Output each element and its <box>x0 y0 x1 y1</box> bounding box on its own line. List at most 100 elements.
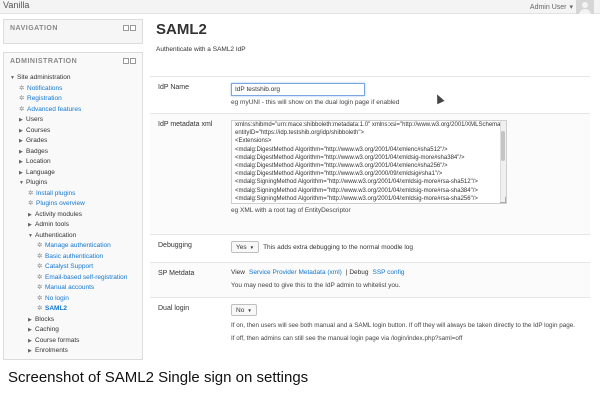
tree-item-label[interactable]: Catalyst Support <box>45 262 93 273</box>
dock-icon[interactable] <box>123 58 129 64</box>
tree-item-label[interactable]: Advanced features <box>27 105 81 116</box>
chevron-down-icon[interactable]: ▾ <box>569 3 573 11</box>
tree-item-label[interactable]: Notifications <box>27 84 62 95</box>
tree-item-label[interactable]: Admin tools <box>35 220 69 231</box>
tree-item-label[interactable]: Users <box>26 115 43 126</box>
tree-item[interactable]: ▶ Badges <box>10 147 142 158</box>
tree-item-label[interactable]: Course formats <box>35 336 79 347</box>
resize-grip-icon[interactable] <box>500 197 506 203</box>
expanded-arrow-icon[interactable]: ▼ <box>10 73 17 84</box>
ssp-config-link[interactable]: SSP config <box>372 269 404 276</box>
tree-item[interactable]: ✲ Plugins overview <box>10 199 142 210</box>
tree-item[interactable]: ✲ Install plugins <box>10 189 142 200</box>
setting-body: No ▼ If on, then users will see both man… <box>231 304 580 343</box>
tree-item[interactable]: ✲ Manual accounts <box>10 283 142 294</box>
tree-item-label[interactable]: Registration <box>27 94 62 105</box>
tree-item-label[interactable]: Site administration <box>17 73 70 84</box>
tree-item-label[interactable]: Basic authentication <box>45 252 103 263</box>
site-brand[interactable]: Vanilla <box>3 0 29 10</box>
collapsed-arrow-icon[interactable]: ▶ <box>19 115 26 126</box>
tree-item[interactable]: ▼ Authentication <box>10 231 142 242</box>
collapsed-arrow-icon[interactable]: ▶ <box>28 220 35 231</box>
scrollbar[interactable] <box>500 121 506 203</box>
sp-metadata-link[interactable]: Service Provider Metadata (xml) <box>249 269 342 276</box>
tree-item-label[interactable]: SAML2 <box>45 304 67 315</box>
tree-item[interactable]: ▶ Grades <box>10 136 142 147</box>
dock-icon[interactable] <box>123 25 129 31</box>
tree-item[interactable]: ▶ Language <box>10 168 142 179</box>
user-menu[interactable]: Admin User ▾ <box>530 0 594 14</box>
idp-name-input[interactable] <box>231 83 365 96</box>
collapsed-arrow-icon[interactable]: ▶ <box>19 157 26 168</box>
tree-item[interactable]: ✲ No login <box>10 294 142 305</box>
sp-metadata-separator: | Debug <box>345 269 369 276</box>
tree-item[interactable]: ✲ Advanced features <box>10 105 142 116</box>
tree-item[interactable]: ✲ Email-based self-registration <box>10 273 142 284</box>
user-name[interactable]: Admin User <box>530 4 567 11</box>
collapsed-arrow-icon[interactable]: ▶ <box>28 315 35 326</box>
collapsed-arrow-icon[interactable]: ▶ <box>28 325 35 336</box>
collapsed-arrow-icon[interactable]: ▶ <box>19 147 26 158</box>
collapsed-arrow-icon[interactable]: ▶ <box>28 210 35 221</box>
tree-item-label[interactable]: Enrolments <box>35 346 68 357</box>
dual-login-select[interactable]: No ▼ <box>231 304 257 316</box>
collapse-icon[interactable] <box>130 25 136 31</box>
setting-label: Debugging <box>158 242 192 249</box>
scrollbar-thumb[interactable] <box>501 131 505 161</box>
collapsed-arrow-icon[interactable]: ▶ <box>19 168 26 179</box>
tree-item[interactable]: ▶ Admin tools <box>10 220 142 231</box>
chevron-down-icon: ▼ <box>249 244 255 250</box>
collapse-icon[interactable] <box>130 58 136 64</box>
idp-metadata-textarea[interactable]: xmlns:shibmd="urn:mace:shibboleth:metada… <box>231 120 507 204</box>
setting-hint-secondary: If off, then admins can still see the ma… <box>231 334 463 342</box>
collapsed-arrow-icon[interactable]: ▶ <box>28 336 35 347</box>
collapsed-arrow-icon[interactable]: ▶ <box>19 136 26 147</box>
tree-item[interactable]: ✲ Basic authentication <box>10 252 142 263</box>
tree-item-label[interactable]: Language <box>26 168 55 179</box>
tree-item-label[interactable]: Blocks <box>35 315 54 326</box>
tree-item-label[interactable]: Email-based self-registration <box>45 273 127 284</box>
tree-item[interactable]: ▶ Users <box>10 115 142 126</box>
metadata-line: <Extensions> <box>235 138 272 145</box>
tree-item[interactable]: ▼ Plugins <box>10 178 142 189</box>
user-avatar-icon[interactable] <box>576 0 594 14</box>
debugging-select[interactable]: Yes ▼ <box>231 241 260 253</box>
tree-item[interactable]: ✲ SAML2 <box>10 304 142 315</box>
select-value: Yes <box>236 243 247 251</box>
tree-item-label[interactable]: Activity modules <box>35 210 82 221</box>
tree-item-label[interactable]: Badges <box>26 147 48 158</box>
setting-body: View Service Provider Metadata (xml) | D… <box>231 269 580 289</box>
collapsed-arrow-icon[interactable]: ▶ <box>28 346 35 357</box>
tree-item[interactable]: ✲ Registration <box>10 94 142 105</box>
expanded-arrow-icon[interactable]: ▼ <box>28 231 35 242</box>
tree-item[interactable]: ▶ Caching <box>10 325 142 336</box>
tree-item[interactable]: ✲ Notifications <box>10 84 142 95</box>
metadata-line: xmlns:shibmd="urn:mace:shibboleth:metada… <box>235 122 503 128</box>
tree-item-label[interactable]: No login <box>45 294 69 305</box>
sp-metadata-links: View Service Provider Metadata (xml) | D… <box>231 269 580 276</box>
tree-item-label[interactable]: Caching <box>35 325 59 336</box>
tree-item[interactable]: ✲ Manage authentication <box>10 241 142 252</box>
tree-item-label[interactable]: Plugins overview <box>36 199 85 210</box>
tree-item-label[interactable]: Install plugins <box>36 189 75 200</box>
expanded-arrow-icon[interactable]: ▼ <box>19 178 26 189</box>
tree-item-label[interactable]: Courses <box>26 126 50 137</box>
tree-item[interactable]: ▶ Blocks <box>10 315 142 326</box>
collapsed-arrow-icon[interactable]: ▶ <box>19 126 26 137</box>
tree-item[interactable]: ▶ Enrolments <box>10 346 142 357</box>
tree-item[interactable]: ✲ Catalyst Support <box>10 262 142 273</box>
tree-item[interactable]: ▶ Activity modules <box>10 210 142 221</box>
tree-item-label[interactable]: Authentication <box>35 231 76 242</box>
gear-icon: ✲ <box>28 189 34 197</box>
metadata-line: <mdalg:DigestMethod Algorithm="http://ww… <box>235 146 448 153</box>
tree-item[interactable]: ▶ Courses <box>10 126 142 137</box>
tree-item-label[interactable]: Plugins <box>26 178 47 189</box>
tree-item[interactable]: ▼ Site administration <box>10 73 142 84</box>
tree-item-label[interactable]: Manual accounts <box>45 283 94 294</box>
tree-item-label[interactable]: Location <box>26 157 51 168</box>
tree-item-label[interactable]: Grades <box>26 136 47 147</box>
metadata-line: <mdalg:DigestMethod Algorithm="http://ww… <box>235 163 448 170</box>
tree-item-label[interactable]: Manage authentication <box>45 241 111 252</box>
tree-item[interactable]: ▶ Location <box>10 157 142 168</box>
tree-item[interactable]: ▶ Course formats <box>10 336 142 347</box>
